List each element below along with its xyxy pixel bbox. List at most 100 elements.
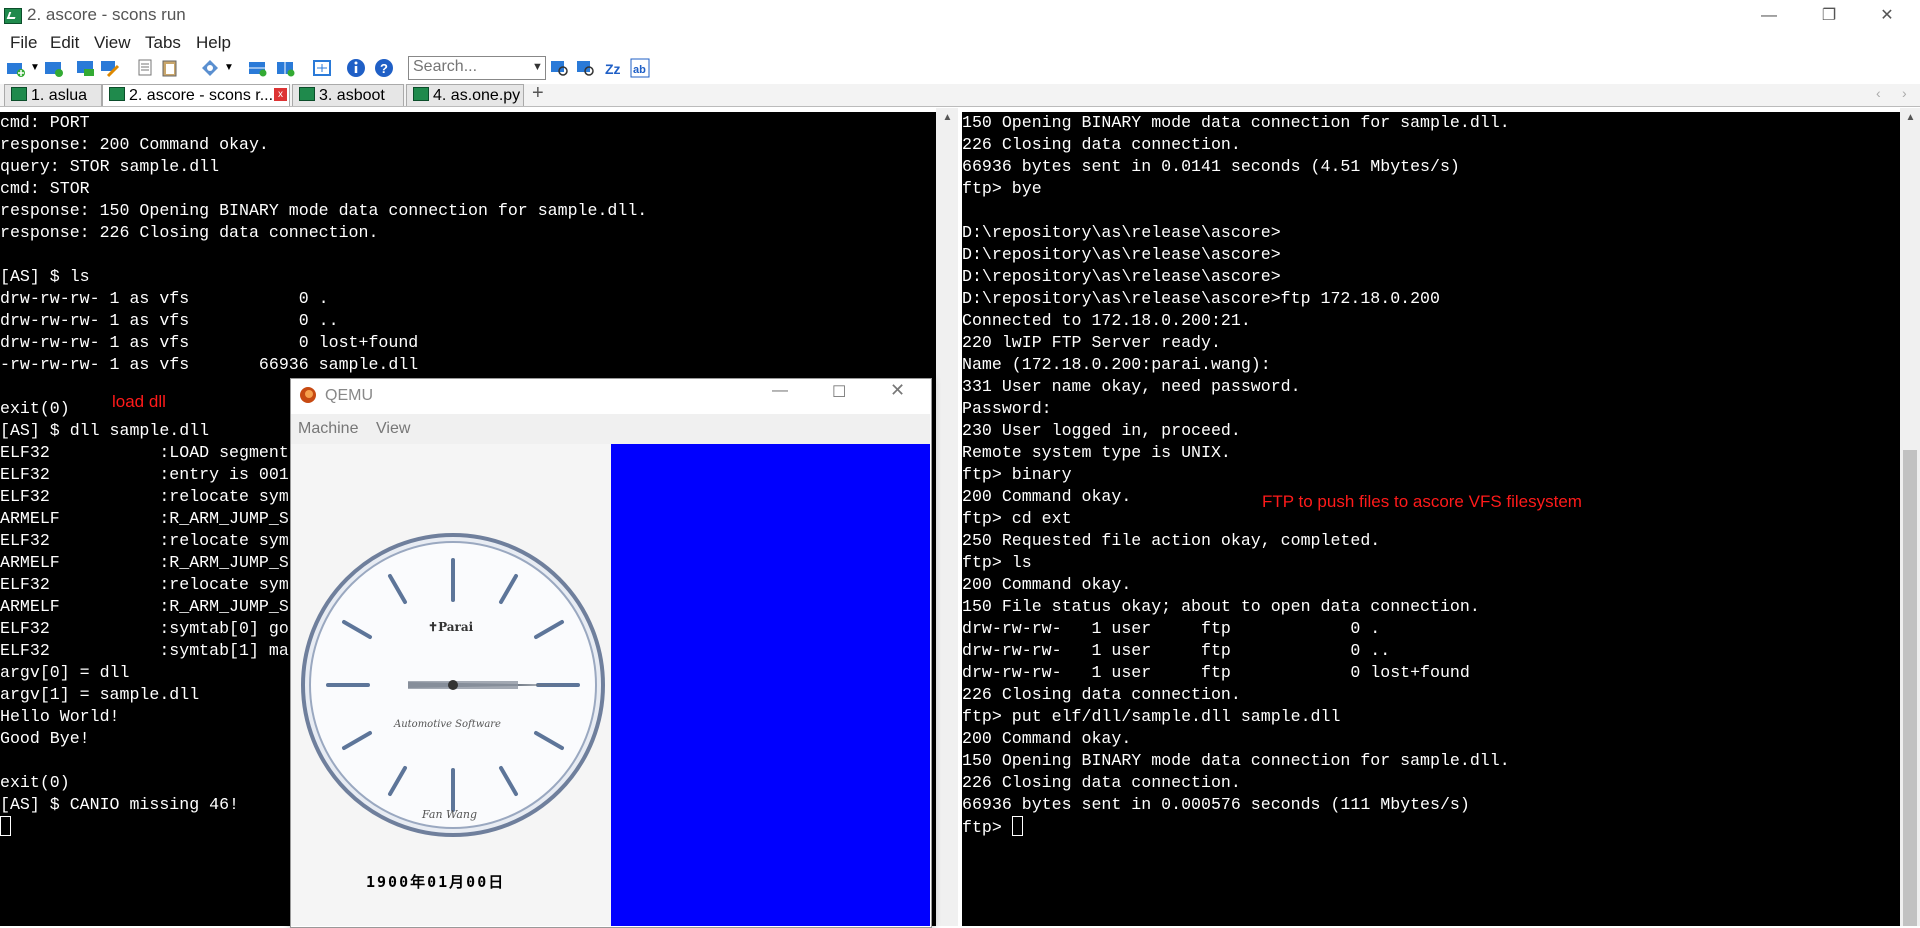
title-bar <box>0 0 1920 32</box>
qemu-minimize-button[interactable]: — <box>772 382 788 400</box>
terminal-line: 66936 bytes sent in 0.000576 seconds (11… <box>962 795 1470 814</box>
terminal-icon <box>413 87 429 101</box>
terminal-line: -rw-rw-rw- 1 as vfs 66936 sample.dll <box>0 355 419 374</box>
window-title: 2. ascore - scons run <box>27 5 186 24</box>
fullscreen-icon[interactable] <box>312 58 332 78</box>
split-vertical-icon[interactable] <box>276 58 296 78</box>
close-button[interactable]: ✕ <box>1858 0 1916 32</box>
terminal-line: 150 File status okay; about to open data… <box>962 597 1480 616</box>
qemu-blue-area <box>611 444 930 926</box>
terminal-line: 230 User logged in, proceed. <box>962 421 1241 440</box>
add-tab-icon[interactable]: + <box>532 82 544 105</box>
new-window-icon[interactable] <box>44 58 64 78</box>
terminal-line: drw-rw-rw- 1 user ftp 0 . <box>962 619 1381 638</box>
scroll-tabs-left-icon[interactable]: ‹ <box>1876 85 1881 101</box>
paste-icon[interactable] <box>160 58 180 78</box>
clock-brand: ✝Parai <box>428 620 473 634</box>
terminal-line: Name (172.18.0.200:parai.wang): <box>962 355 1271 374</box>
split-horizontal-icon[interactable] <box>248 58 268 78</box>
paint-icon[interactable] <box>200 58 220 78</box>
scroll-thumb[interactable] <box>1903 450 1917 926</box>
terminal-line: 200 Command okay. <box>962 575 1132 594</box>
find-icon[interactable] <box>550 58 570 78</box>
menu-edit[interactable]: Edit <box>50 33 79 53</box>
search-dropdown-icon[interactable]: ▼ <box>532 61 543 73</box>
terminal-icon <box>11 87 27 101</box>
match-case-icon[interactable]: Zz <box>604 58 624 78</box>
qemu-menu-view[interactable]: View <box>376 420 410 438</box>
terminal-line: D:\repository\as\release\ascore> <box>962 267 1281 286</box>
chevron-down-icon[interactable]: ▼ <box>224 62 234 73</box>
rename-tab-icon[interactable] <box>100 58 120 78</box>
terminal-line: 150 Opening BINARY mode data connection … <box>962 113 1510 132</box>
terminal-line: 66936 bytes sent in 0.0141 seconds (4.51… <box>962 157 1460 176</box>
help-icon[interactable]: ? <box>374 58 394 78</box>
qemu-title: QEMU <box>325 387 373 404</box>
terminal-line: D:\repository\as\release\ascore> <box>962 223 1281 242</box>
terminal-icon <box>299 87 315 101</box>
terminal-line: cmd: PORT <box>0 113 90 132</box>
terminal-line: 250 Requested file action okay, complete… <box>962 531 1381 550</box>
minimize-button[interactable]: — <box>1740 0 1798 32</box>
left-scrollbar[interactable] <box>936 108 958 926</box>
scroll-up-icon[interactable]: ▲ <box>939 112 956 123</box>
terminal-line: D:\repository\as\release\ascore> <box>962 245 1281 264</box>
terminal-cursor <box>0 816 11 836</box>
right-terminal[interactable]: 150 Opening BINARY mode data connection … <box>962 112 1900 926</box>
analog-clock <box>301 533 605 837</box>
terminal-line: drw-rw-rw- 1 user ftp 0 .. <box>962 641 1391 660</box>
menu-file[interactable]: File <box>10 33 37 53</box>
menu-tabs[interactable]: Tabs <box>145 33 181 53</box>
tab-asboot[interactable]: 3. asboot <box>292 84 404 106</box>
svg-text:Zz: Zz <box>605 61 621 77</box>
terminal-line: response: 200 Command okay. <box>0 135 269 154</box>
terminal-line: 200 Command okay. <box>962 729 1132 748</box>
ftp-annotation: FTP to push files to ascore VFS filesyst… <box>1262 492 1582 511</box>
scroll-tabs-right-icon[interactable]: › <box>1902 85 1907 101</box>
tab-aslua[interactable]: 1. aslua <box>4 84 102 106</box>
qemu-icon <box>300 387 316 403</box>
regex-icon[interactable]: ab <box>630 58 650 78</box>
copy-icon[interactable] <box>136 58 156 78</box>
qemu-menu-machine[interactable]: Machine <box>298 420 358 438</box>
qemu-close-button[interactable]: ✕ <box>890 380 905 401</box>
terminal-line: Password: <box>962 399 1052 418</box>
terminal-line: [AS] $ ls <box>0 267 90 286</box>
clock-subtitle: Automotive Software <box>394 719 501 730</box>
terminal-line: drw-rw-rw- 1 user ftp 0 lost+found <box>962 663 1470 682</box>
tab-label: 1. aslua <box>31 87 88 104</box>
find-next-icon[interactable] <box>576 58 596 78</box>
clock-brand-text: Parai <box>438 620 474 634</box>
new-tab-icon[interactable] <box>6 58 26 78</box>
terminal-line: 331 User name okay, need password. <box>962 377 1301 396</box>
qemu-maximize-button[interactable]: ☐ <box>832 382 846 402</box>
terminal-line: 150 Opening BINARY mode data connection … <box>962 751 1510 770</box>
terminal-line: 226 Closing data connection. <box>962 685 1241 704</box>
close-tab-icon[interactable]: x <box>274 88 287 101</box>
terminal-line: drw-rw-rw- 1 as vfs 0 . <box>0 289 329 308</box>
search-input[interactable] <box>413 58 523 76</box>
tab-label: 4. as.one.py <box>433 87 521 104</box>
terminal-line: 220 lwIP FTP Server ready. <box>962 333 1221 352</box>
menu-view[interactable]: View <box>94 33 131 53</box>
scroll-up-icon[interactable]: ▲ <box>1902 112 1919 123</box>
chevron-down-icon[interactable]: ▼ <box>30 62 40 73</box>
duplicate-tab-icon[interactable] <box>76 58 96 78</box>
tab-as-one-py[interactable]: 4. as.one.py <box>406 84 524 106</box>
terminal-line: ftp> bye <box>962 179 1042 198</box>
info-icon[interactable] <box>346 58 366 78</box>
terminal-line: response: 150 Opening BINARY mode data c… <box>0 201 648 220</box>
terminal-line: query: STOR sample.dll <box>0 157 220 176</box>
restore-button[interactable]: ❐ <box>1800 0 1858 32</box>
terminal-line: drw-rw-rw- 1 as vfs 0 lost+found <box>0 333 419 352</box>
tab-ascore[interactable]: 2. ascore - scons r... x <box>102 84 290 106</box>
terminal-line: ftp> <box>962 816 1900 838</box>
menu-help[interactable]: Help <box>196 33 231 53</box>
terminal-line: cmd: STOR <box>0 179 90 198</box>
svg-text:ab: ab <box>633 64 646 76</box>
terminal-line: response: 226 Closing data connection. <box>0 223 379 242</box>
terminal-line: 226 Closing data connection. <box>962 135 1241 154</box>
clock-author: Fan Wang <box>422 808 478 821</box>
